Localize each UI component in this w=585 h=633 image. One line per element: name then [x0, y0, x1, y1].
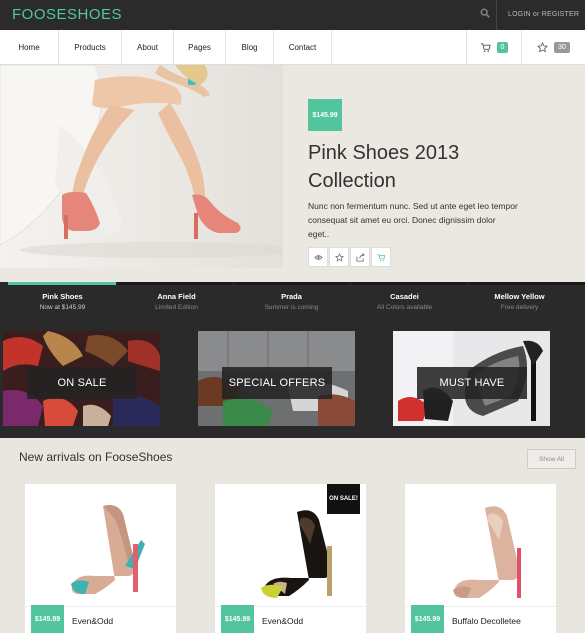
tab-pink-shoes[interactable]: Pink Shoes Now at $145.99 — [4, 292, 121, 311]
search-icon[interactable] — [480, 7, 494, 23]
product-image — [71, 505, 145, 594]
category-on-sale[interactable]: ON SALE — [3, 331, 160, 426]
hero-image — [0, 65, 283, 268]
tab-progress — [117, 282, 233, 285]
eye-icon — [313, 254, 323, 260]
product-price: $145.99 — [221, 605, 254, 633]
favorites-count-badge: 30 — [554, 42, 570, 53]
hero-price-tag: $145.99 — [308, 99, 342, 131]
cart-button[interactable]: 0 — [466, 30, 522, 65]
hero-slider: $145.99 Pink Shoes 2013 Collection Nunc … — [0, 65, 585, 282]
tab-title: Mellow Yellow — [494, 292, 545, 301]
nav-item-about[interactable]: About — [122, 30, 174, 65]
top-divider — [496, 0, 497, 30]
product-name[interactable]: Even&Odd — [72, 616, 113, 626]
add-to-favorites-button[interactable] — [329, 247, 349, 267]
tab-mellow-yellow[interactable]: Mellow Yellow Free delivery — [461, 292, 578, 311]
product-price: $145.99 — [31, 605, 64, 633]
tab-title: Pink Shoes — [42, 292, 83, 301]
share-button[interactable] — [350, 247, 370, 267]
tab-title: Anna Field — [157, 292, 196, 301]
slider-tabs: Pink Shoes Now at $145.99 Anna Field Lim… — [0, 282, 585, 318]
favorites-button[interactable]: 30 — [522, 30, 585, 65]
star-icon — [537, 42, 549, 53]
product-footer: $145.99 Even&Odd — [215, 605, 366, 633]
hero-title: Pink Shoes 2013 Collection — [308, 142, 460, 192]
cart-add-icon — [376, 253, 385, 261]
main-nav: Home Products About Pages Blog Contact 0… — [0, 30, 585, 65]
tab-progress-active — [8, 282, 116, 285]
tab-progress — [468, 282, 585, 285]
section-title: New arrivals on FooseShoes — [19, 450, 173, 464]
product-image — [453, 506, 521, 598]
tab-casadei[interactable]: Casadei All Colors available — [346, 292, 463, 311]
product-footer: $145.99 Buffalo Decolletee — [405, 605, 556, 633]
quick-view-button[interactable] — [308, 247, 328, 267]
product-card[interactable]: $145.99 Buffalo Decolletee — [405, 484, 556, 633]
cart-count-badge: 0 — [496, 42, 509, 53]
site-logo[interactable]: FOOSESHOES — [12, 6, 122, 23]
tab-anna-field[interactable]: Anna Field Limited Edition — [118, 292, 235, 311]
category-must-have[interactable]: MUST HAVE — [393, 331, 550, 426]
product-card[interactable]: ON SALE! $145.99 Even&Odd — [215, 484, 366, 633]
tab-progress — [351, 282, 467, 285]
cart-icon — [480, 43, 491, 52]
category-label: SPECIAL OFFERS — [222, 367, 332, 399]
nav-item-pages[interactable]: Pages — [174, 30, 226, 65]
tab-subtitle: All Colors available — [376, 304, 433, 311]
product-card[interactable]: $145.99 Even&Odd — [25, 484, 176, 633]
category-label: MUST HAVE — [417, 367, 527, 399]
show-all-button[interactable]: Show All — [527, 449, 576, 469]
nav-item-products[interactable]: Products — [59, 30, 122, 65]
tab-title: Casadei — [390, 292, 419, 301]
category-label: ON SALE — [27, 367, 137, 399]
category-banners: ON SALE SPECIAL OFFERS MUST HAVE — [0, 318, 585, 438]
top-bar: FOOSESHOES LOGIN or REGISTER — [0, 0, 585, 30]
product-footer: $145.99 Even&Odd — [25, 605, 176, 633]
star-icon — [334, 252, 344, 262]
tab-title: Prada — [281, 292, 302, 301]
tab-prada[interactable]: Prada Summer is coming — [233, 292, 350, 311]
hero-actions — [308, 247, 392, 267]
tab-subtitle: Limited Edition — [155, 304, 198, 311]
on-sale-badge: ON SALE! — [327, 484, 360, 514]
login-register-link[interactable]: LOGIN or REGISTER — [508, 11, 579, 18]
hero-description: Nunc non fermentum nunc. Sed ut ante ege… — [308, 201, 518, 239]
tab-progress — [234, 282, 350, 285]
add-to-cart-button[interactable] — [371, 247, 391, 267]
nav-item-blog[interactable]: Blog — [226, 30, 274, 65]
tab-subtitle: Now at $145.99 — [39, 304, 86, 311]
share-icon — [355, 252, 365, 262]
product-name[interactable]: Even&Odd — [262, 616, 303, 626]
nav-item-contact[interactable]: Contact — [274, 30, 332, 65]
category-special-offers[interactable]: SPECIAL OFFERS — [198, 331, 355, 426]
nav-item-home[interactable]: Home — [0, 30, 59, 65]
tab-subtitle: Free delivery — [500, 304, 539, 311]
product-name[interactable]: Buffalo Decolletee — [452, 616, 521, 626]
product-price: $145.99 — [411, 605, 444, 633]
tab-subtitle: Summer is coming — [264, 304, 319, 311]
